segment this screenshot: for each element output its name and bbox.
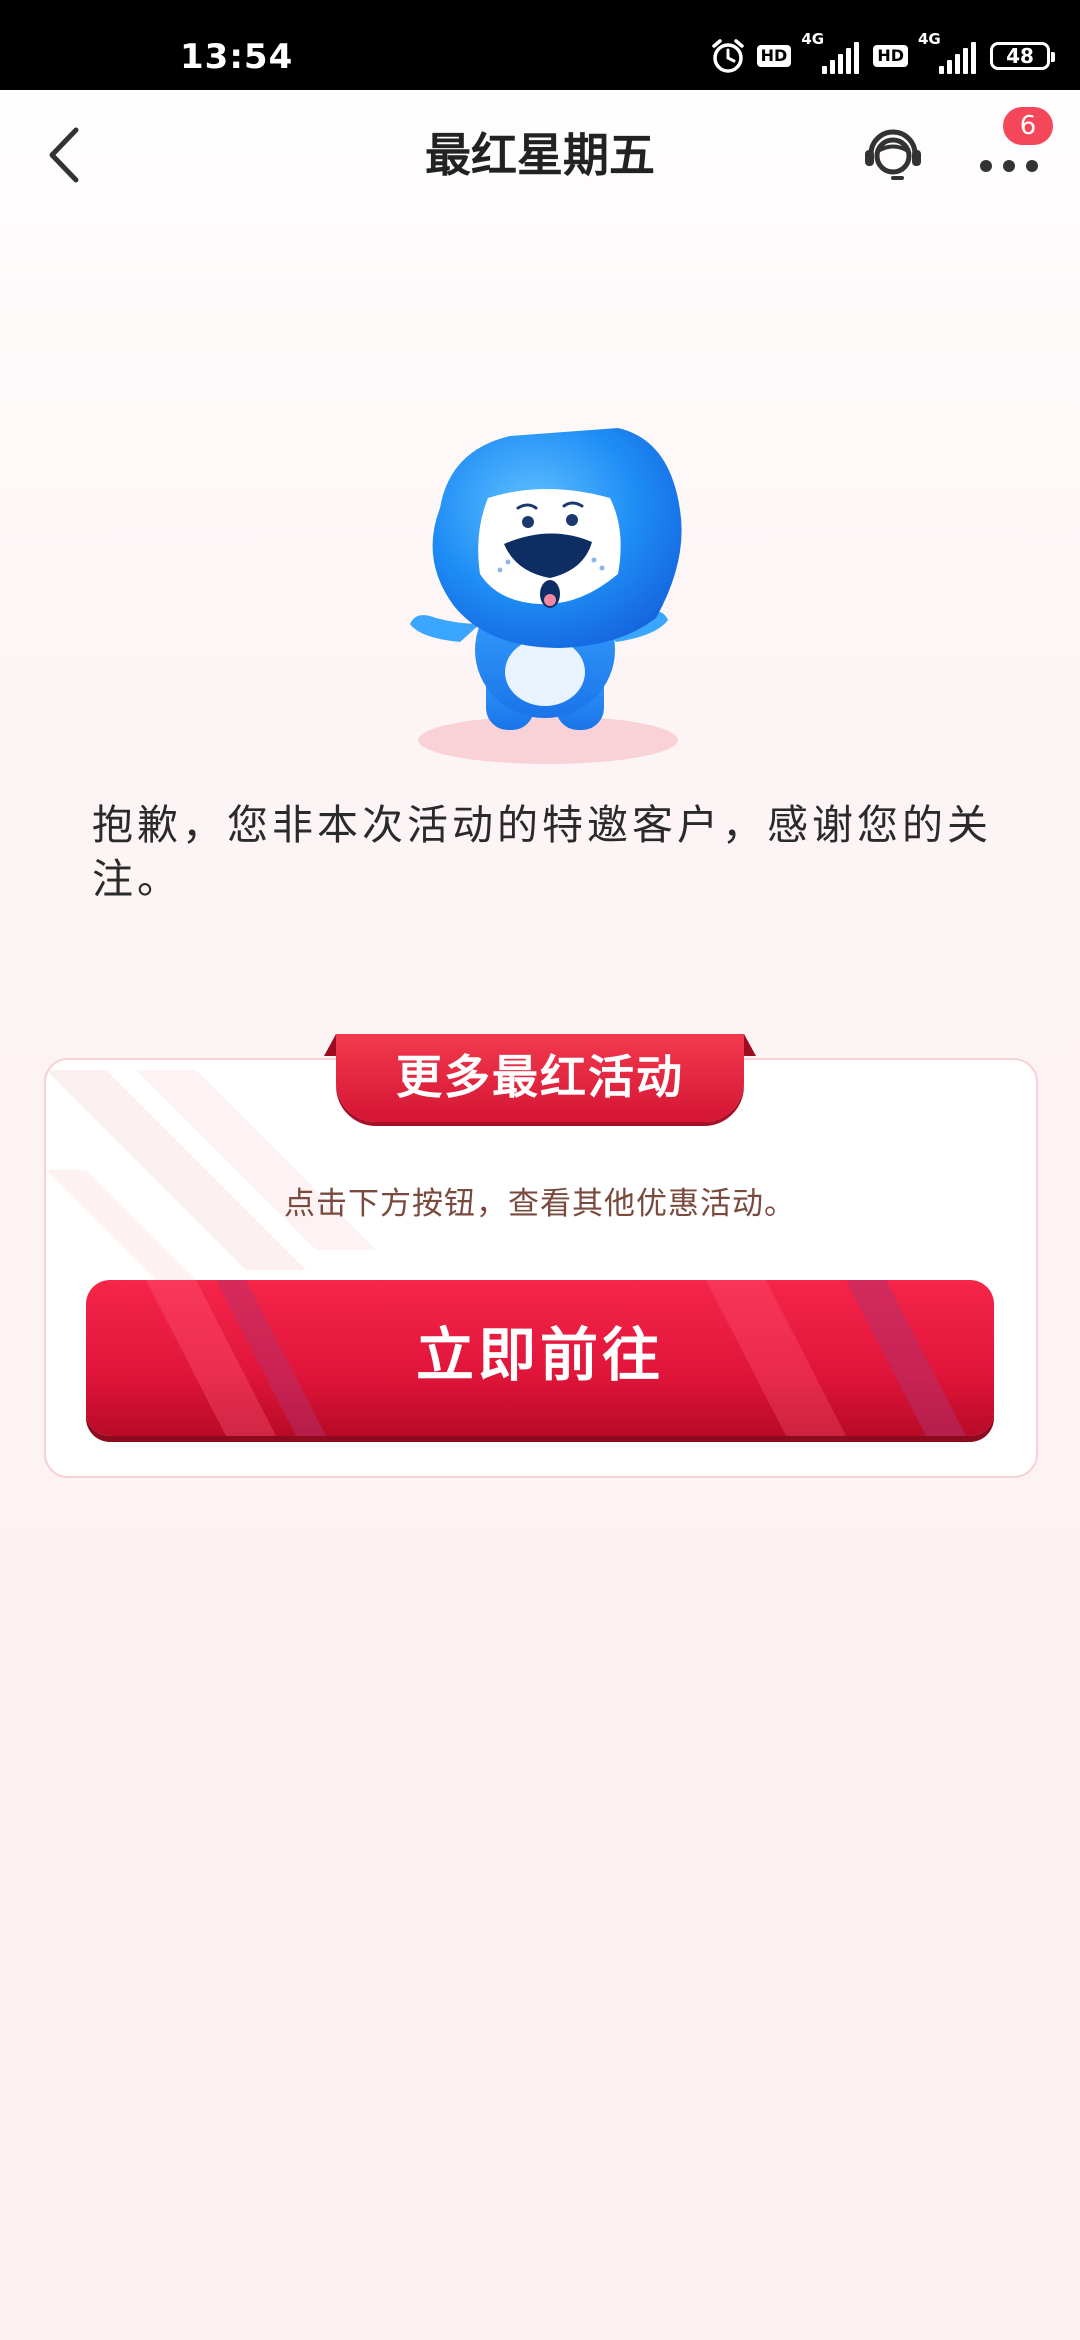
signal-1-icon: 4G <box>801 30 863 74</box>
status-bar: 13:54 HD 4G HD 4G 48 <box>0 0 1080 90</box>
battery-icon: 48 <box>990 42 1055 70</box>
card-description: 点击下方按钮，查看其他优惠活动。 <box>284 1186 796 1222</box>
status-icons: HD 4G HD 4G 48 <box>709 30 1055 76</box>
not-eligible-message: 抱歉，您非本次活动的特邀客户，感谢您的关注。 <box>92 801 992 903</box>
network-type-1: 4G <box>801 30 825 48</box>
customer-service-headset-icon <box>865 129 921 180</box>
card-heading-ribbon: 更多最红活动 <box>324 1034 756 1122</box>
battery-level: 48 <box>1006 44 1034 68</box>
go-now-label: 立即前往 <box>415 1321 664 1389</box>
hd-badge-2: HD <box>873 45 908 67</box>
signal-2-icon: 4G <box>918 30 980 74</box>
go-now-button[interactable]: 立即前往 <box>86 1280 994 1436</box>
network-type-2: 4G <box>918 30 941 48</box>
hd-badge-1: HD <box>756 45 792 67</box>
card-heading: 更多最红活动 <box>396 1050 684 1104</box>
notification-badge: 6 <box>1003 107 1053 145</box>
status-time: 13:54 <box>180 37 294 77</box>
customer-service-button[interactable] <box>860 120 926 186</box>
top-nav: 最红星期五 <box>0 90 1080 220</box>
alarm-icon <box>711 39 744 73</box>
lion-mascot-image <box>410 428 682 764</box>
